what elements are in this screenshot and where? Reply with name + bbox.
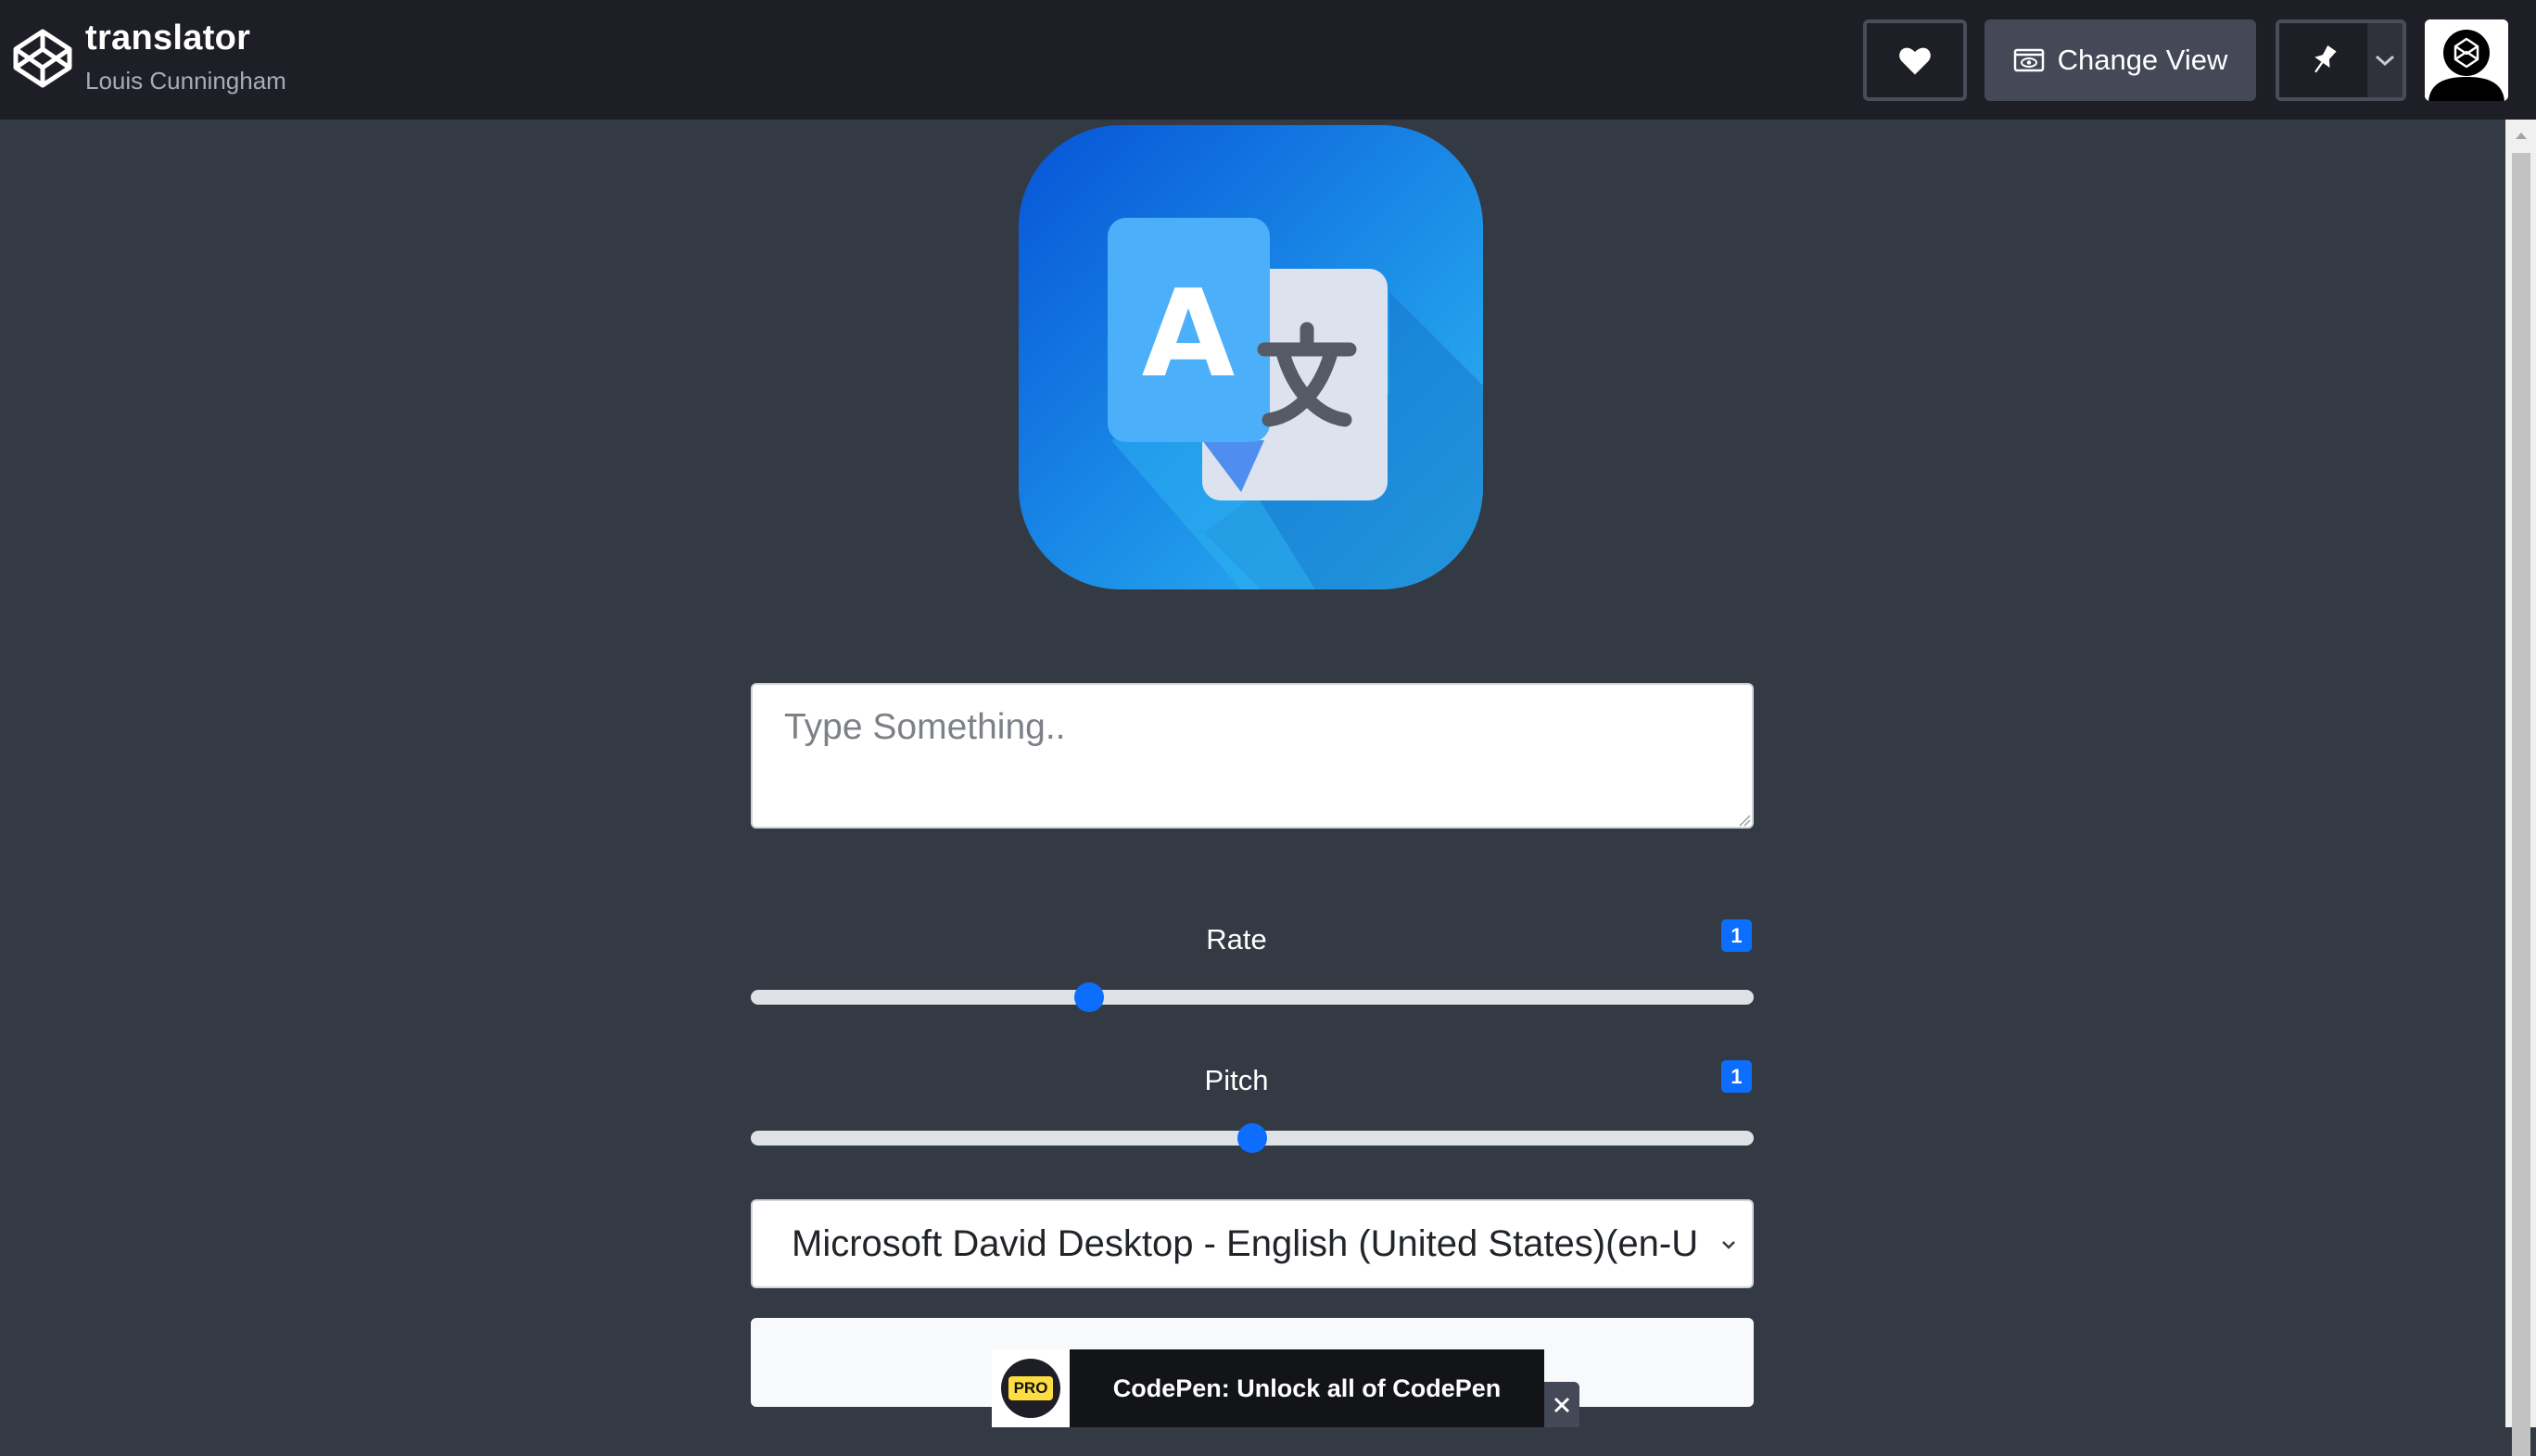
codepen-logo-icon[interactable] — [12, 28, 73, 89]
avatar-icon — [2425, 19, 2508, 101]
pitch-label: Pitch — [1204, 1064, 1269, 1096]
triangle-up-icon — [2515, 132, 2527, 139]
text-input[interactable] — [751, 683, 1754, 829]
codepen-header: translator Louis Cunningham Change View — [0, 0, 2536, 120]
heart-icon — [1899, 47, 1931, 75]
pitch-slider-thumb[interactable] — [1237, 1123, 1267, 1153]
pro-badge-label: PRO — [1008, 1376, 1054, 1400]
pen-title[interactable]: translator — [85, 19, 250, 58]
translate-icon: A — [1019, 125, 1483, 589]
rate-label: Rate — [1206, 923, 1267, 956]
codepen-pro-banner[interactable]: PRO CodePen: Unlock all of CodePen — [992, 1349, 1544, 1427]
pitch-slider[interactable] — [751, 1123, 1754, 1153]
change-view-button[interactable]: Change View — [1984, 19, 2256, 101]
close-icon — [1553, 1397, 1570, 1412]
pitch-value-badge: 1 — [1721, 1060, 1752, 1093]
pin-icon — [2314, 44, 2337, 73]
rate-value-badge: 1 — [1721, 919, 1752, 952]
resize-grip-icon[interactable] — [1736, 812, 1751, 827]
pro-badge: PRO — [992, 1349, 1070, 1427]
pin-menu-button[interactable] — [2367, 23, 2403, 97]
eye-window-icon — [2013, 48, 2044, 72]
pen-author[interactable]: Louis Cunningham — [85, 67, 286, 95]
love-button[interactable] — [1863, 19, 1967, 101]
preview-scrollbar[interactable] — [2505, 120, 2536, 1456]
promo-close-button[interactable] — [1544, 1382, 1579, 1427]
chevron-down-icon — [2376, 55, 2394, 67]
user-avatar[interactable] — [2425, 19, 2508, 101]
pin-button[interactable] — [2279, 23, 2367, 97]
scroll-up-button[interactable] — [2505, 120, 2536, 151]
voice-select[interactable]: Microsoft David Desktop - English (Unite… — [751, 1199, 1754, 1288]
svg-text:A: A — [1142, 263, 1236, 404]
chevron-down-icon — [1722, 1241, 1735, 1249]
pin-button-group — [2276, 19, 2406, 101]
rate-slider[interactable] — [751, 982, 1754, 1012]
voice-selected-value: Microsoft David Desktop - English (Unite… — [792, 1223, 1700, 1264]
scroll-thumb[interactable] — [2512, 153, 2530, 1456]
change-view-label: Change View — [2057, 44, 2228, 76]
promo-text[interactable]: CodePen: Unlock all of CodePen — [1070, 1349, 1544, 1427]
rate-slider-thumb[interactable] — [1073, 982, 1104, 1012]
